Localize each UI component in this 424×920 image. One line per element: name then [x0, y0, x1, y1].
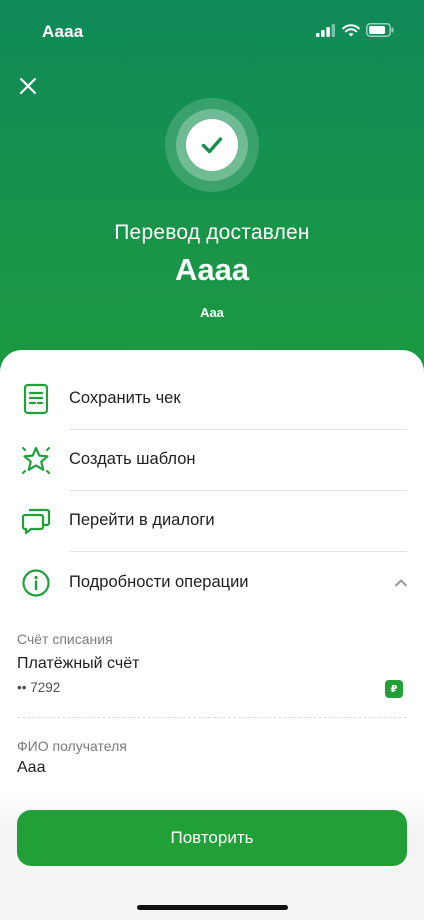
- receipt-icon: [20, 383, 52, 415]
- operation-details-label: Подробности операции: [69, 573, 249, 591]
- details-separator: [17, 717, 407, 718]
- recipient-fio-label: ФИО получателя: [17, 738, 127, 754]
- star-template-icon: [20, 444, 52, 476]
- status-time: Aaaa: [42, 22, 84, 41]
- status-bar: Aaaa: [0, 0, 424, 62]
- wifi-icon: [342, 23, 360, 42]
- chevron-up-icon: [394, 576, 408, 590]
- debit-account-number: •• 7292: [17, 680, 61, 695]
- go-to-dialogs-action[interactable]: Перейти в диалоги: [0, 490, 424, 552]
- battery-icon: [366, 23, 394, 42]
- status-icons: [316, 23, 394, 42]
- save-receipt-label: Сохранить чек: [69, 389, 181, 407]
- cellular-signal-icon: [316, 23, 336, 42]
- home-indicator: [137, 905, 288, 910]
- operation-details-toggle[interactable]: Подробности операции: [0, 552, 424, 614]
- debit-account-name: Платёжный счёт: [17, 655, 140, 672]
- success-status: [165, 98, 259, 192]
- recipient-fio-value: Aaa: [17, 759, 46, 776]
- save-receipt-action[interactable]: Сохранить чек: [0, 368, 424, 430]
- close-icon: [19, 77, 37, 100]
- create-template-label: Создать шаблон: [69, 450, 196, 468]
- create-template-action[interactable]: Создать шаблон: [0, 429, 424, 491]
- ruble-currency-icon: ₽: [385, 680, 403, 698]
- info-icon: [20, 567, 52, 599]
- recipient-subtitle: Aaa: [200, 305, 224, 320]
- recipient-name: Aaaa: [174, 252, 250, 287]
- chat-dialogs-icon: [20, 505, 52, 537]
- repeat-transfer-button[interactable]: Повторить: [17, 810, 407, 866]
- transfer-status-title: Перевод доставлен: [114, 221, 310, 244]
- close-button[interactable]: [14, 74, 42, 102]
- debit-account-label: Счёт списания: [17, 631, 113, 647]
- checkmark-icon: [186, 119, 238, 171]
- go-to-dialogs-label: Перейти в диалоги: [69, 511, 215, 529]
